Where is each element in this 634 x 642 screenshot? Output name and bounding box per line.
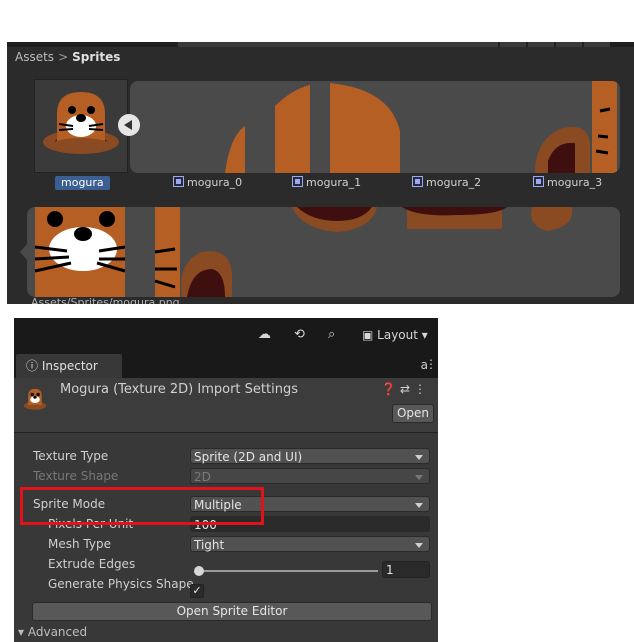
preset-icon[interactable]: ⇄: [400, 382, 414, 396]
tab-label: Inspector: [41, 359, 98, 373]
toolbar-segment: [583, 42, 610, 47]
toolbar-segment: [527, 42, 554, 47]
asset-label-mogura[interactable]: mogura: [55, 176, 110, 190]
sub-asset-label: mogura_0: [187, 176, 243, 189]
kebab-menu-icon[interactable]: ⋮: [425, 357, 437, 371]
chevron-down-icon: [415, 475, 423, 480]
mesh-type-dropdown[interactable]: Tight: [190, 536, 430, 552]
sub-asset-label: mogura_2: [426, 176, 482, 189]
sub-asset-label: mogura_3: [547, 176, 603, 189]
sub-asset-mogura-2[interactable]: mogura_2: [412, 176, 481, 190]
texture-type-label: Texture Type: [33, 449, 109, 463]
mesh-type-value: Tight: [194, 538, 225, 552]
foldout-arrow-icon: ▾: [18, 625, 25, 639]
open-sprite-editor-button[interactable]: Open Sprite Editor: [32, 602, 432, 621]
sprite-mode-highlight: [20, 487, 264, 525]
mesh-type-label: Mesh Type: [48, 537, 111, 551]
sprite-slices-preview: [225, 81, 617, 173]
generate-physics-shape-checkbox[interactable]: ✓: [190, 584, 204, 598]
texture-shape-label: Texture Shape: [33, 469, 119, 483]
inspector-tabbar: ⓘ Inspector a ⋮: [14, 352, 438, 378]
extrude-edges-field[interactable]: 1: [382, 561, 430, 578]
collapse-sub-assets-button[interactable]: [118, 114, 140, 136]
header-icons: ❓⇄⋮: [381, 382, 430, 396]
kebab-menu-icon[interactable]: ⋮: [414, 382, 430, 396]
slider-handle[interactable]: [194, 566, 204, 576]
chevron-down-icon: [415, 543, 423, 548]
mole-icon: [23, 388, 47, 410]
editor-toolbar: ☁ ⟲ ⌕ ▣ Layout ▾: [14, 318, 438, 352]
extrude-edges-slider[interactable]: [190, 564, 380, 578]
chevron-down-icon: [415, 455, 423, 460]
sub-asset-strip-row-2: [27, 207, 620, 297]
extrude-edges-label: Extrude Edges: [48, 557, 136, 571]
sub-asset-mogura-0[interactable]: mogura_0: [173, 176, 242, 190]
tab-inspector[interactable]: ⓘ Inspector: [16, 354, 122, 378]
editor-panel: ☁ ⟲ ⌕ ▣ Layout ▾ ⓘ Inspector a ⋮ Mogura …: [14, 318, 438, 642]
sub-asset-label: mogura_1: [306, 176, 362, 189]
layout-dropdown[interactable]: ▣ Layout ▾: [362, 327, 428, 343]
sub-asset-strip-row-1: [130, 81, 620, 173]
advanced-foldout[interactable]: ▾ Advanced: [18, 623, 87, 641]
sprite-icon: [412, 176, 423, 187]
texture-shape-value: 2D: [194, 470, 211, 484]
sprite-icon: [292, 176, 303, 187]
history-icon[interactable]: ⟲: [294, 327, 305, 343]
inspector-header: Mogura (Texture 2D) Import Settings ❓⇄⋮ …: [14, 378, 438, 433]
sub-asset-mogura-3[interactable]: mogura_3: [533, 176, 602, 190]
toolbar-segment: [499, 42, 526, 47]
mole-icon: [43, 92, 119, 154]
layout-label: Layout: [377, 328, 418, 342]
chevron-down-icon: [415, 503, 423, 508]
toolbar-segment: [177, 42, 498, 47]
open-button[interactable]: Open: [392, 404, 434, 423]
asset-thumbnail-mogura[interactable]: [34, 79, 128, 173]
sprite-icon: [533, 176, 544, 187]
breadcrumb: Assets > Sprites: [15, 48, 120, 66]
asset-path: Assets/Sprites/mogura.png: [31, 296, 180, 304]
sprite-icon: [173, 176, 184, 187]
advanced-label: Advanced: [27, 625, 88, 639]
texture-type-value: Sprite (2D and UI): [194, 450, 303, 464]
project-top-strip: [7, 42, 634, 47]
texture-shape-dropdown: 2D: [190, 468, 430, 484]
breadcrumb-sprites[interactable]: Sprites: [72, 50, 120, 64]
info-icon: ⓘ: [26, 359, 39, 373]
help-icon[interactable]: ❓: [381, 382, 400, 396]
inspector-title: Mogura (Texture 2D) Import Settings: [60, 382, 298, 397]
sprite-slices-preview-2: [34, 207, 573, 297]
slider-track: [198, 570, 378, 572]
breadcrumb-assets[interactable]: Assets: [15, 50, 54, 64]
search-icon[interactable]: ⌕: [328, 327, 335, 343]
texture-type-dropdown[interactable]: Sprite (2D and UI): [190, 448, 430, 464]
generate-physics-shape-label: Generate Physics Shape: [48, 577, 194, 591]
project-window: Assets>Sprites mogura mogura_0 mogura_: [7, 42, 634, 304]
breadcrumb-separator: >: [58, 50, 69, 64]
sub-asset-mogura-1[interactable]: mogura_1: [292, 176, 361, 190]
toolbar-segment: [555, 42, 582, 47]
cloud-icon[interactable]: ☁: [258, 327, 271, 343]
asset-path-bar: Assets/Sprites/mogura.png: [7, 296, 634, 304]
